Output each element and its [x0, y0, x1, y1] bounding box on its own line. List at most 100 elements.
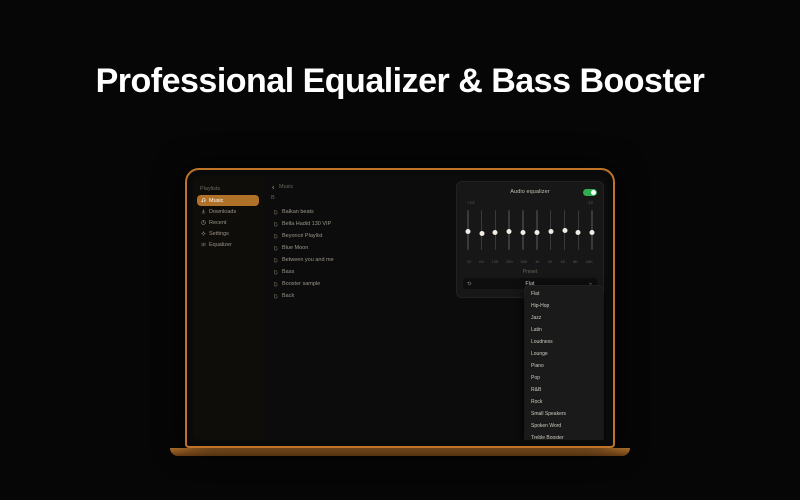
preset-option[interactable]: Latin	[525, 324, 603, 336]
preset-option[interactable]: Pop	[525, 372, 603, 384]
preset-option[interactable]: Jazz	[525, 312, 603, 324]
preset-option[interactable]: Treble Booster	[525, 432, 603, 440]
preset-option[interactable]: Small Speakers	[525, 408, 603, 420]
sidebar-item-settings[interactable]: Settings	[197, 228, 259, 239]
preset-option[interactable]: R&B	[525, 384, 603, 396]
slider-track	[550, 210, 552, 250]
preset-option[interactable]: Spoken Word	[525, 420, 603, 432]
laptop-bezel: Playlists Music Downloads Recent Settings Eq…	[185, 168, 615, 448]
sidebar-item-recent[interactable]: Recent	[197, 217, 259, 228]
file-icon	[273, 294, 278, 299]
eq-band-250[interactable]	[508, 210, 510, 254]
file-icon	[273, 246, 278, 251]
slider-knob[interactable]	[590, 230, 595, 235]
eq-band-16K[interactable]	[591, 210, 593, 254]
file-icon	[273, 258, 278, 263]
freq-label: 16K	[586, 259, 593, 264]
freq-label: 8K	[573, 259, 578, 264]
track-title: Blue Moon	[282, 245, 308, 251]
sidebar-item-label: Downloads	[209, 209, 236, 215]
sidebar: Playlists Music Downloads Recent Settings Eq…	[193, 176, 263, 440]
file-icon	[273, 222, 278, 227]
preset-option[interactable]: Piano	[525, 360, 603, 372]
freq-label: 500	[520, 259, 527, 264]
eq-frequencies: 32641252505001K2K4K8K16K	[463, 259, 597, 264]
slider-track	[591, 210, 593, 250]
slider-knob[interactable]	[507, 229, 512, 234]
equalizer-header: Audio equalizer	[463, 187, 597, 197]
slider-knob[interactable]	[493, 230, 498, 235]
download-icon	[201, 209, 206, 214]
track-title: Bella Hadid 130 VIP	[282, 221, 331, 227]
file-icon	[273, 210, 278, 215]
eq-scale: +12 -12	[463, 200, 597, 205]
slider-track	[481, 210, 483, 250]
breadcrumb-label: Music	[279, 184, 293, 190]
preset-option[interactable]: Lounge	[525, 348, 603, 360]
chevron-left-icon	[271, 185, 276, 190]
sliders-icon	[201, 242, 206, 247]
sidebar-item-label: Settings	[209, 231, 229, 237]
slider-track	[564, 210, 566, 250]
slider-track	[536, 210, 538, 250]
slider-track	[508, 210, 510, 250]
preset-dropdown: FlatHip-HopJazzLatinLoudnessLoungePianoP…	[525, 286, 603, 440]
equalizer-toggle[interactable]	[583, 189, 597, 196]
track-title: Between you and me	[282, 257, 334, 263]
eq-band-1K[interactable]	[536, 210, 538, 254]
eq-band-500[interactable]	[522, 210, 524, 254]
freq-label: 64	[479, 259, 483, 264]
scale-bot: -12	[586, 200, 593, 205]
slider-track	[495, 210, 497, 250]
track-title: Beyoncé Playlist	[282, 233, 322, 239]
reset-icon[interactable]	[467, 281, 472, 286]
freq-label: 2K	[548, 259, 553, 264]
slider-knob[interactable]	[479, 231, 484, 236]
equalizer-panel: Audio equalizer +12 -12 32641252505001K2…	[457, 182, 603, 297]
preset-option[interactable]: Rock	[525, 396, 603, 408]
slider-knob[interactable]	[576, 230, 581, 235]
track-title: Bass	[282, 269, 294, 275]
eq-band-8K[interactable]	[578, 210, 580, 254]
track-title: Booster sample	[282, 281, 320, 287]
file-icon	[273, 234, 278, 239]
freq-label: 1K	[535, 259, 540, 264]
eq-band-64[interactable]	[481, 210, 483, 254]
file-icon	[273, 282, 278, 287]
sidebar-item-music[interactable]: Music	[197, 195, 259, 206]
freq-label: 4K	[560, 259, 565, 264]
sidebar-section-title: Playlists	[200, 186, 256, 192]
preset-option[interactable]: Hip-Hop	[525, 300, 603, 312]
preset-option[interactable]: Loudness	[525, 336, 603, 348]
track-title: Back	[282, 293, 294, 299]
slider-knob[interactable]	[562, 228, 567, 233]
eq-band-32[interactable]	[467, 210, 469, 254]
sidebar-item-equalizer[interactable]: Equalizer	[197, 239, 259, 250]
track-title: Balkan beats	[282, 209, 314, 215]
sidebar-item-downloads[interactable]: Downloads	[197, 206, 259, 217]
file-icon	[273, 270, 278, 275]
laptop-base	[170, 448, 630, 456]
scale-top: +12	[467, 200, 475, 205]
music-icon	[201, 198, 206, 203]
gear-icon	[201, 231, 206, 236]
slider-knob[interactable]	[465, 229, 470, 234]
app-window: Playlists Music Downloads Recent Settings Eq…	[193, 176, 607, 440]
slider-track	[522, 210, 524, 250]
app-screen: Playlists Music Downloads Recent Settings Eq…	[193, 176, 607, 440]
eq-sliders	[463, 208, 597, 256]
eq-band-4K[interactable]	[564, 210, 566, 254]
slider-knob[interactable]	[534, 230, 539, 235]
freq-label: 32	[467, 259, 471, 264]
freq-label: 250	[506, 259, 513, 264]
eq-band-2K[interactable]	[550, 210, 552, 254]
eq-band-125[interactable]	[495, 210, 497, 254]
slider-track	[467, 210, 469, 250]
sidebar-item-label: Music	[209, 198, 223, 204]
preset-section-title: Preset	[463, 269, 597, 275]
equalizer-title: Audio equalizer	[510, 189, 549, 195]
preset-option[interactable]: Flat	[525, 288, 603, 300]
sidebar-item-label: Equalizer	[209, 242, 232, 248]
slider-knob[interactable]	[521, 230, 526, 235]
slider-knob[interactable]	[548, 229, 553, 234]
